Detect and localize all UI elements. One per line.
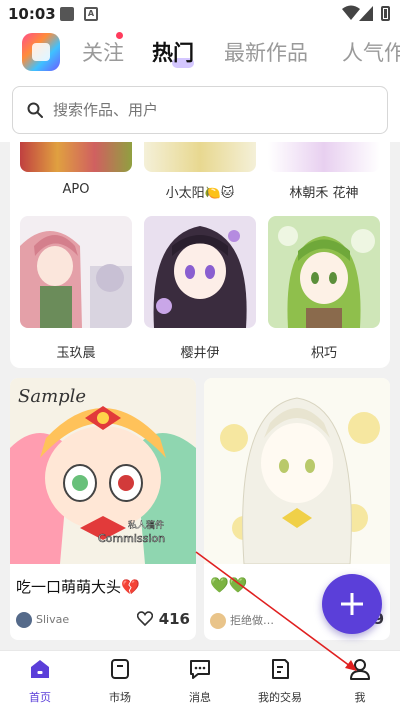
post-artwork[interactable]: Sample Commission 私人稿件	[10, 378, 196, 564]
nav-home-label: 首页	[29, 691, 51, 704]
nav-profile[interactable]: 我	[320, 657, 400, 709]
nav-market[interactable]: 市场	[80, 657, 160, 709]
battery-icon	[381, 6, 390, 21]
author-artwork-thumb[interactable]	[268, 142, 380, 172]
tab-hot[interactable]: 热门	[152, 37, 194, 67]
top-tab-bar: 关注 热门 最新作品 人气作	[0, 28, 400, 78]
like-count: 416	[158, 610, 190, 628]
nav-my-trades[interactable]: 我的交易	[240, 657, 320, 709]
nav-market-label: 市场	[109, 691, 131, 704]
trade-icon	[272, 659, 289, 679]
search-box[interactable]	[12, 86, 388, 134]
post-title[interactable]: 💚💚	[210, 576, 247, 594]
notification-badge-icon: A	[84, 7, 98, 21]
recommended-authors-card: APO 小太阳🍋🐱 林朝禾 花神 玉玖晨 樱井伊 枳巧	[10, 142, 390, 368]
tab-popular[interactable]: 人气作	[342, 37, 400, 67]
search-input[interactable]	[53, 101, 353, 119]
market-icon	[111, 659, 129, 679]
post-author[interactable]: Slivae	[16, 612, 69, 630]
nav-messages[interactable]: 消息	[160, 657, 240, 709]
post-art-watermark-text: 私人稿件	[128, 519, 164, 531]
author-artwork-thumb[interactable]	[20, 142, 132, 172]
message-icon	[190, 660, 210, 679]
nav-profile-label: 我	[354, 691, 366, 704]
avatar	[16, 612, 32, 628]
post-title[interactable]: 吃一口萌萌大头💔	[16, 576, 140, 597]
post-author[interactable]: 拒绝做…	[210, 612, 274, 630]
author-name[interactable]: 玉玖晨	[20, 342, 132, 361]
like-button[interactable]: 416	[137, 610, 190, 628]
nav-messages-label: 消息	[189, 691, 211, 704]
tab-latest-works[interactable]: 最新作品	[224, 37, 308, 67]
author-artwork-thumb[interactable]	[20, 216, 132, 328]
bottom-navigation: 首页 市场 消息 我的交易 我	[0, 650, 400, 712]
new-badge-dot	[116, 32, 123, 39]
post-artwork[interactable]	[204, 378, 390, 564]
tab-follow[interactable]: 关注	[82, 37, 124, 67]
heart-icon	[137, 611, 154, 627]
home-icon	[31, 660, 49, 678]
create-post-button[interactable]	[322, 574, 382, 634]
nav-my-trades-label: 我的交易	[258, 691, 302, 704]
nav-home[interactable]: 首页	[0, 657, 80, 709]
app-logo[interactable]	[22, 33, 60, 71]
author-name[interactable]: 小太阳🍋🐱	[144, 182, 256, 201]
post-art-commission-text: Commission	[98, 532, 165, 545]
post-author-name: Slivae	[36, 613, 70, 626]
author-artwork-thumb[interactable]	[144, 216, 256, 328]
profile-icon	[350, 659, 370, 680]
post-card[interactable]: Sample Commission 私人稿件 吃一口萌萌大头💔 Slivae 4…	[10, 378, 196, 640]
status-time: 10:03	[8, 5, 56, 23]
author-name[interactable]: 林朝禾 花神	[268, 182, 380, 201]
author-artwork-thumb[interactable]	[144, 142, 256, 172]
author-artwork-thumb[interactable]	[268, 216, 380, 328]
author-name[interactable]: 枳巧	[268, 342, 380, 361]
post-art-sample-text: Sample	[18, 386, 86, 407]
search-icon	[27, 102, 43, 118]
search-section	[0, 78, 400, 142]
post-author-name: 拒绝做…	[230, 614, 274, 627]
notification-icon	[60, 7, 74, 21]
status-bar: 10:03 A	[0, 0, 400, 28]
author-name[interactable]: 樱井伊	[144, 342, 256, 361]
signal-icon	[359, 6, 373, 21]
avatar	[210, 613, 226, 629]
wifi-icon	[342, 5, 360, 20]
author-name[interactable]: APO	[20, 182, 132, 197]
